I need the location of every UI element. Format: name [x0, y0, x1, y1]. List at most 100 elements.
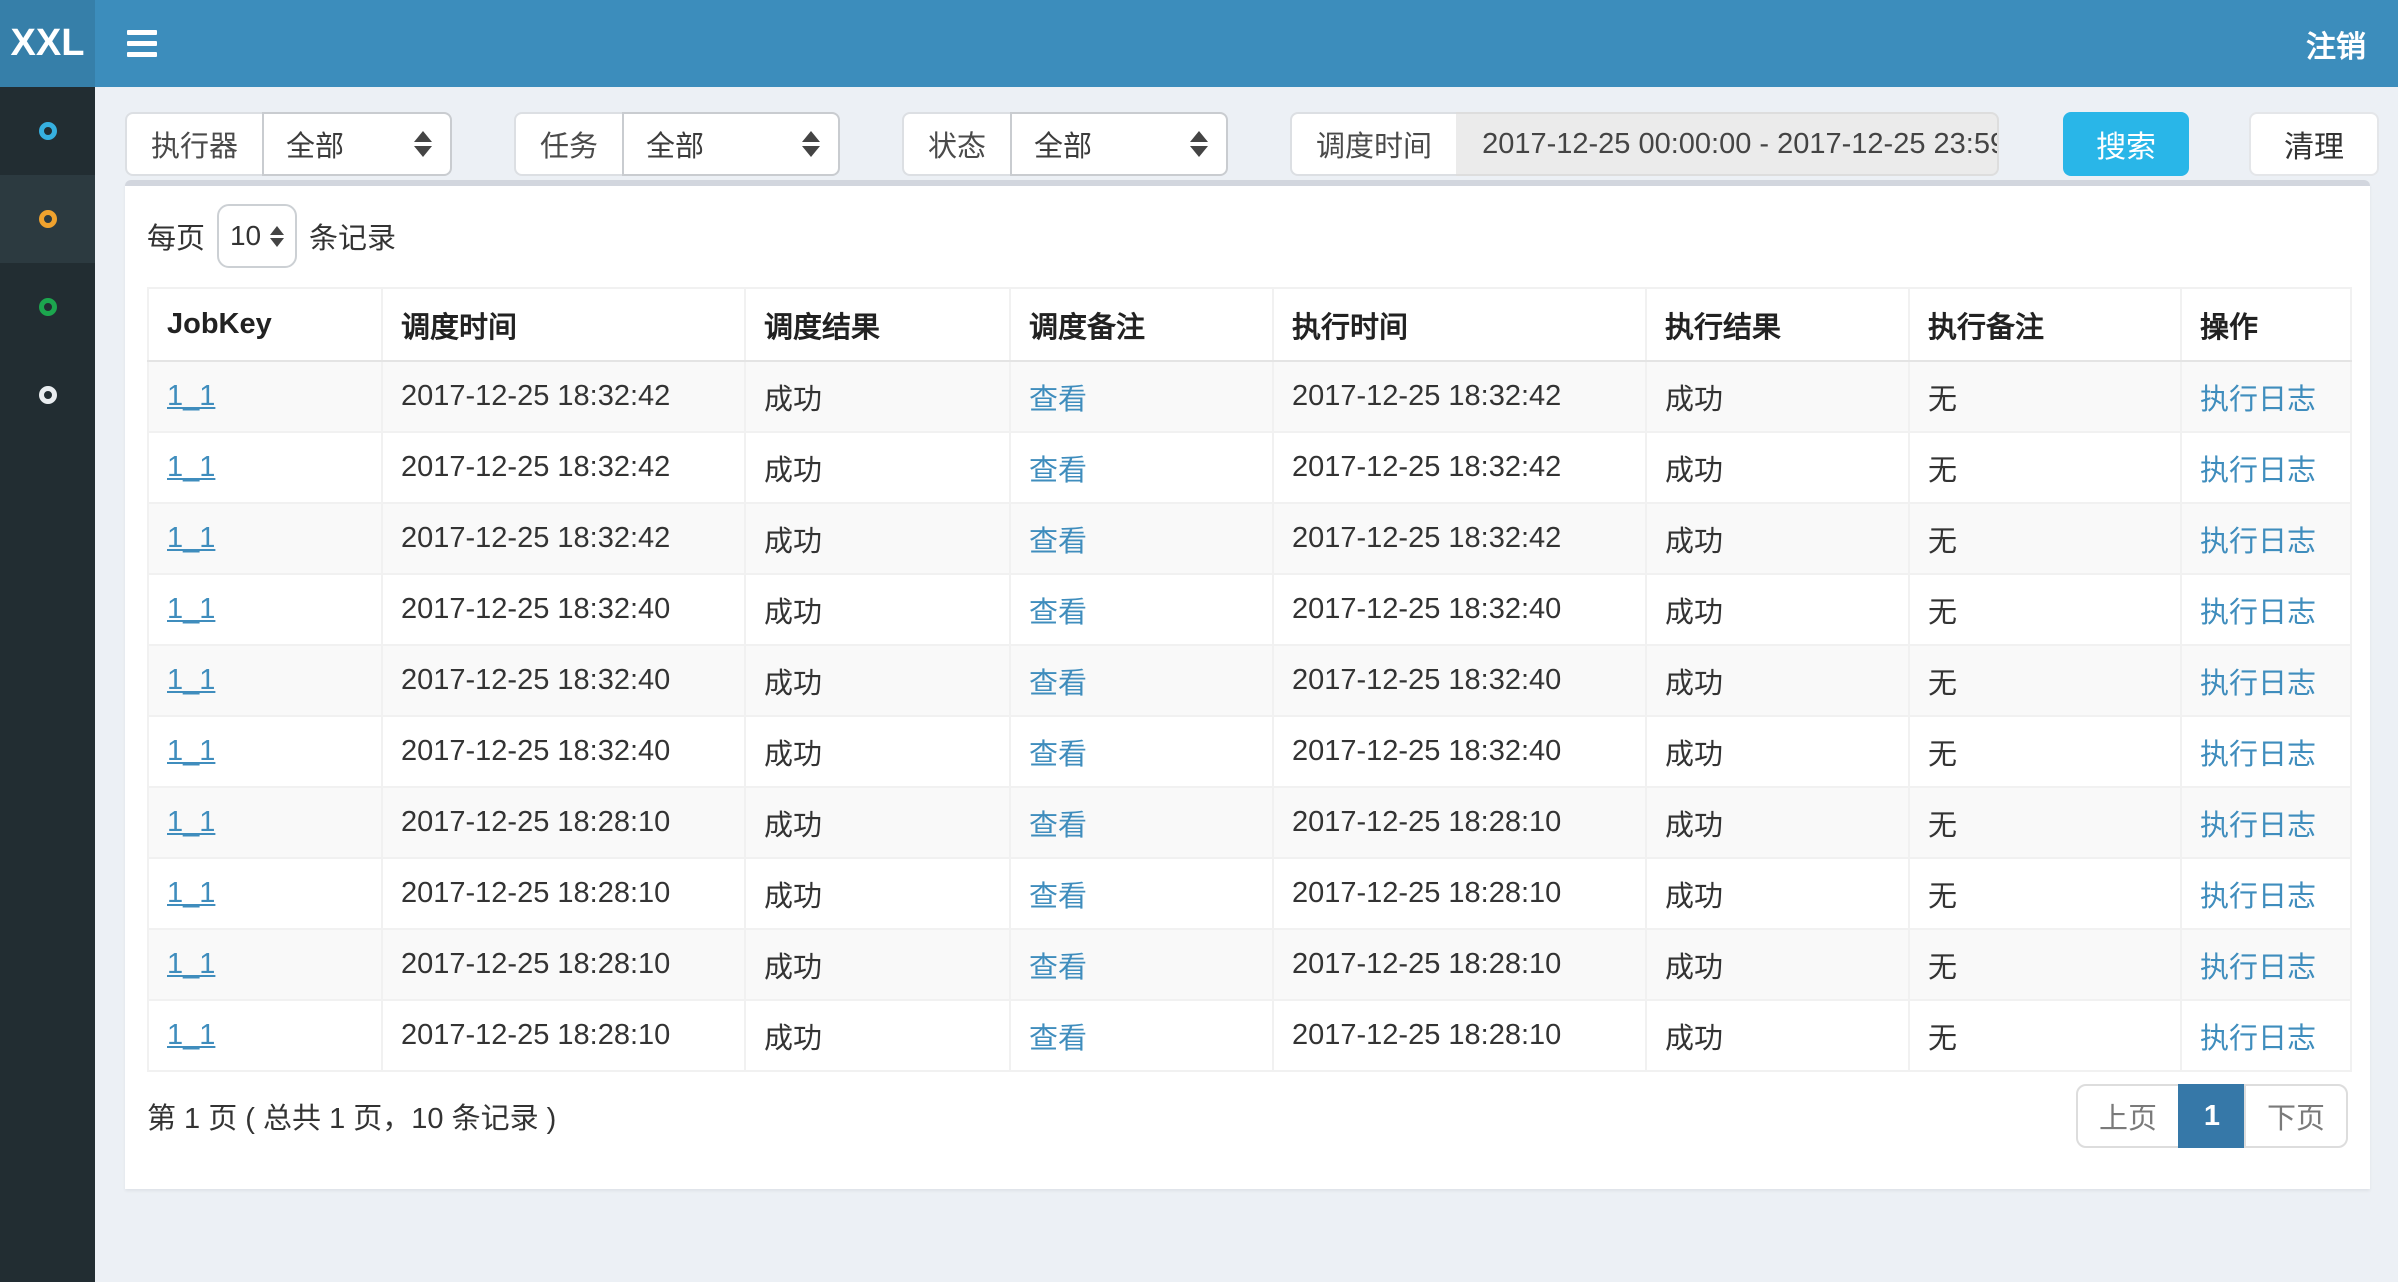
- exec-time-cell: 2017-12-25 18:32:42: [1273, 361, 1646, 432]
- jobkey-link[interactable]: 1_1: [167, 877, 215, 909]
- exec-log-link[interactable]: 执行日志: [2200, 668, 2316, 700]
- exec-result-cell: 成功: [1646, 645, 1909, 716]
- jobkey-link[interactable]: 1_1: [167, 1019, 215, 1051]
- jobkey-link[interactable]: 1_1: [167, 664, 215, 696]
- dispatch-note-link[interactable]: 查看: [1029, 384, 1087, 416]
- filter-toolbar: 执行器 全部 任务 全部 状态 全部 调度时间 2017-12-25 00:00…: [125, 112, 2370, 176]
- logout-link[interactable]: 注销: [2306, 22, 2366, 66]
- exec-log-link[interactable]: 执行日志: [2200, 384, 2316, 416]
- jobkey-link[interactable]: 1_1: [167, 806, 215, 838]
- next-page-button[interactable]: 下页: [2244, 1084, 2348, 1148]
- log-panel: 每页 10 条记录 JobKey调度时间调度结果调度备注执行时间执行结果执行备注…: [125, 180, 2370, 1189]
- exec-log-link[interactable]: 执行日志: [2200, 739, 2316, 771]
- main-content: 调度日志 任务调度中心 执行器 全部 任务 全部 状态 全部 调度时间: [95, 0, 2398, 1189]
- navbar-main: 注销: [95, 0, 2398, 87]
- executor-select[interactable]: 全部: [262, 112, 452, 176]
- circle-o-icon: [39, 122, 57, 140]
- current-page-button[interactable]: 1: [2178, 1084, 2246, 1148]
- exec-log-link[interactable]: 执行日志: [2200, 526, 2316, 558]
- dispatch-time-cell: 2017-12-25 18:32:42: [382, 361, 745, 432]
- exec-note-cell: 无: [1909, 858, 2181, 929]
- dispatch-time-cell: 2017-12-25 18:32:40: [382, 645, 745, 716]
- exec-note-cell: 无: [1909, 929, 2181, 1000]
- select-arrows-icon: [414, 131, 432, 157]
- exec-log-link[interactable]: 执行日志: [2200, 952, 2316, 984]
- dispatch-time-cell: 2017-12-25 18:32:40: [382, 574, 745, 645]
- circle-o-icon: [39, 386, 57, 404]
- dispatch-note-link-cell: 查看: [1010, 716, 1273, 787]
- exec-log-link[interactable]: 执行日志: [2200, 597, 2316, 629]
- dispatch-note-link[interactable]: 查看: [1029, 810, 1087, 842]
- app-logo[interactable]: XXL: [0, 0, 95, 87]
- exec-log-link[interactable]: 执行日志: [2200, 810, 2316, 842]
- jobkey-link[interactable]: 1_1: [167, 948, 215, 980]
- dispatch-note-link[interactable]: 查看: [1029, 455, 1087, 487]
- exec-note-cell: 无: [1909, 432, 2181, 503]
- dispatch-note-link[interactable]: 查看: [1029, 668, 1087, 700]
- page-size-select[interactable]: 10: [217, 204, 297, 268]
- search-button[interactable]: 搜索: [2063, 112, 2189, 176]
- dispatch-note-link-cell: 查看: [1010, 361, 1273, 432]
- job-select-value: 全部: [646, 123, 704, 165]
- table-row: 1_12017-12-25 18:32:40成功查看2017-12-25 18:…: [148, 716, 2351, 787]
- jobkey-link[interactable]: 1_1: [167, 380, 215, 412]
- exec-log-link[interactable]: 执行日志: [2200, 881, 2316, 913]
- page-size-value: 10: [230, 220, 261, 252]
- job-select[interactable]: 全部: [622, 112, 840, 176]
- dispatch-note-link[interactable]: 查看: [1029, 881, 1087, 913]
- exec-log-link-cell: 执行日志: [2181, 503, 2351, 574]
- dispatch-note-link[interactable]: 查看: [1029, 597, 1087, 629]
- prev-page-button[interactable]: 上页: [2076, 1084, 2180, 1148]
- jobkey-link[interactable]: 1_1: [167, 522, 215, 554]
- status-select[interactable]: 全部: [1010, 112, 1228, 176]
- column-header-4: 调度备注: [1010, 288, 1273, 361]
- job-filter-label: 任务: [514, 112, 622, 176]
- column-header-8: 操作: [2181, 288, 2351, 361]
- circle-o-icon: [39, 210, 57, 228]
- dispatch-note-link[interactable]: 查看: [1029, 952, 1087, 984]
- exec-result-cell: 成功: [1646, 1000, 1909, 1071]
- dispatch-result-cell: 成功: [745, 787, 1010, 858]
- time-range-input[interactable]: 2017-12-25 00:00:00 - 2017-12-25 23:59:5…: [1456, 112, 1999, 176]
- exec-time-cell: 2017-12-25 18:32:40: [1273, 574, 1646, 645]
- jobkey-link-cell: 1_1: [148, 574, 382, 645]
- table-row: 1_12017-12-25 18:28:10成功查看2017-12-25 18:…: [148, 1000, 2351, 1071]
- jobkey-link[interactable]: 1_1: [167, 593, 215, 625]
- exec-result-cell: 成功: [1646, 432, 1909, 503]
- dispatch-note-link-cell: 查看: [1010, 574, 1273, 645]
- table-row: 1_12017-12-25 18:32:42成功查看2017-12-25 18:…: [148, 361, 2351, 432]
- sidebar-item-1[interactable]: [0, 87, 95, 175]
- clear-button[interactable]: 清理: [2249, 112, 2379, 176]
- select-arrows-icon: [1190, 131, 1208, 157]
- exec-result-cell: 成功: [1646, 787, 1909, 858]
- dispatch-note-link[interactable]: 查看: [1029, 739, 1087, 771]
- dispatch-note-link[interactable]: 查看: [1029, 526, 1087, 558]
- page-length-prefix: 每页: [147, 215, 205, 257]
- exec-note-cell: 无: [1909, 361, 2181, 432]
- sidebar-toggle-button[interactable]: [123, 20, 161, 67]
- jobkey-link[interactable]: 1_1: [167, 451, 215, 483]
- executor-select-value: 全部: [286, 123, 344, 165]
- exec-time-cell: 2017-12-25 18:32:42: [1273, 432, 1646, 503]
- time-filter-group: 调度时间 2017-12-25 00:00:00 - 2017-12-25 23…: [1290, 112, 1999, 176]
- sidebar-item-3[interactable]: [0, 263, 95, 351]
- pagination: 上页 1 下页: [2076, 1084, 2348, 1148]
- sidebar-item-4[interactable]: [0, 351, 95, 439]
- exec-log-link[interactable]: 执行日志: [2200, 455, 2316, 487]
- sidebar-item-2[interactable]: [0, 175, 95, 263]
- exec-log-link-cell: 执行日志: [2181, 574, 2351, 645]
- dispatch-note-link[interactable]: 查看: [1029, 1023, 1087, 1055]
- exec-result-cell: 成功: [1646, 361, 1909, 432]
- exec-log-link[interactable]: 执行日志: [2200, 1023, 2316, 1055]
- jobkey-link-cell: 1_1: [148, 503, 382, 574]
- dispatch-note-link-cell: 查看: [1010, 432, 1273, 503]
- exec-time-cell: 2017-12-25 18:28:10: [1273, 858, 1646, 929]
- dispatch-result-cell: 成功: [745, 858, 1010, 929]
- jobkey-link[interactable]: 1_1: [167, 735, 215, 767]
- dispatch-log-table: JobKey调度时间调度结果调度备注执行时间执行结果执行备注操作 1_12017…: [147, 287, 2352, 1072]
- dispatch-result-cell: 成功: [745, 432, 1010, 503]
- job-filter-group: 任务 全部: [514, 112, 840, 176]
- exec-time-cell: 2017-12-25 18:28:10: [1273, 787, 1646, 858]
- exec-note-cell: 无: [1909, 574, 2181, 645]
- exec-note-cell: 无: [1909, 645, 2181, 716]
